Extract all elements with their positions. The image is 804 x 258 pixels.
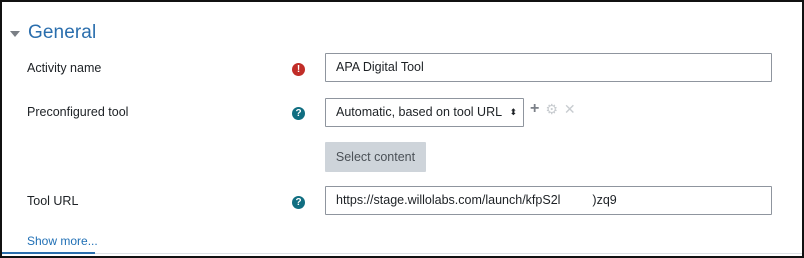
tool-url-label: Tool URL (27, 194, 79, 208)
tool-actions: + ⚙ ✕ (530, 100, 576, 118)
redaction-mark (560, 192, 593, 209)
tool-url-input[interactable]: https://stage.willolabs.com/launch/kfpS2… (325, 186, 772, 215)
tool-url-value-start: https://stage.willolabs.com/launch/kfpS2… (336, 193, 561, 207)
activity-name-input[interactable]: APA Digital Tool (325, 53, 772, 82)
preconfigured-tool-selected: Automatic, based on tool URL (336, 105, 503, 119)
close-icon[interactable]: ✕ (564, 101, 576, 118)
section-header-general[interactable]: General (10, 20, 96, 46)
select-arrows-icon: ⬍ (509, 107, 517, 117)
settings-panel: General Activity name ! APA Digital Tool… (0, 0, 804, 258)
activity-name-label: Activity name (27, 61, 102, 75)
gear-icon[interactable]: ⚙ (545, 101, 558, 118)
add-icon[interactable]: + (530, 100, 539, 118)
preconfigured-tool-label: Preconfigured tool (27, 105, 129, 119)
active-accent-bar (2, 252, 95, 254)
preconfigured-tool-select[interactable]: Automatic, based on tool URL ⬍ (325, 98, 524, 127)
required-icon[interactable]: ! (292, 63, 305, 76)
section-title[interactable]: General (28, 22, 96, 44)
divider (2, 253, 802, 254)
caret-down-icon[interactable] (10, 31, 20, 37)
help-icon[interactable]: ? (292, 196, 305, 209)
select-content-button[interactable]: Select content (325, 142, 426, 172)
show-more-link[interactable]: Show more... (27, 234, 98, 248)
help-icon[interactable]: ? (292, 107, 305, 120)
tool-url-value-end: )zq9 (592, 193, 617, 207)
